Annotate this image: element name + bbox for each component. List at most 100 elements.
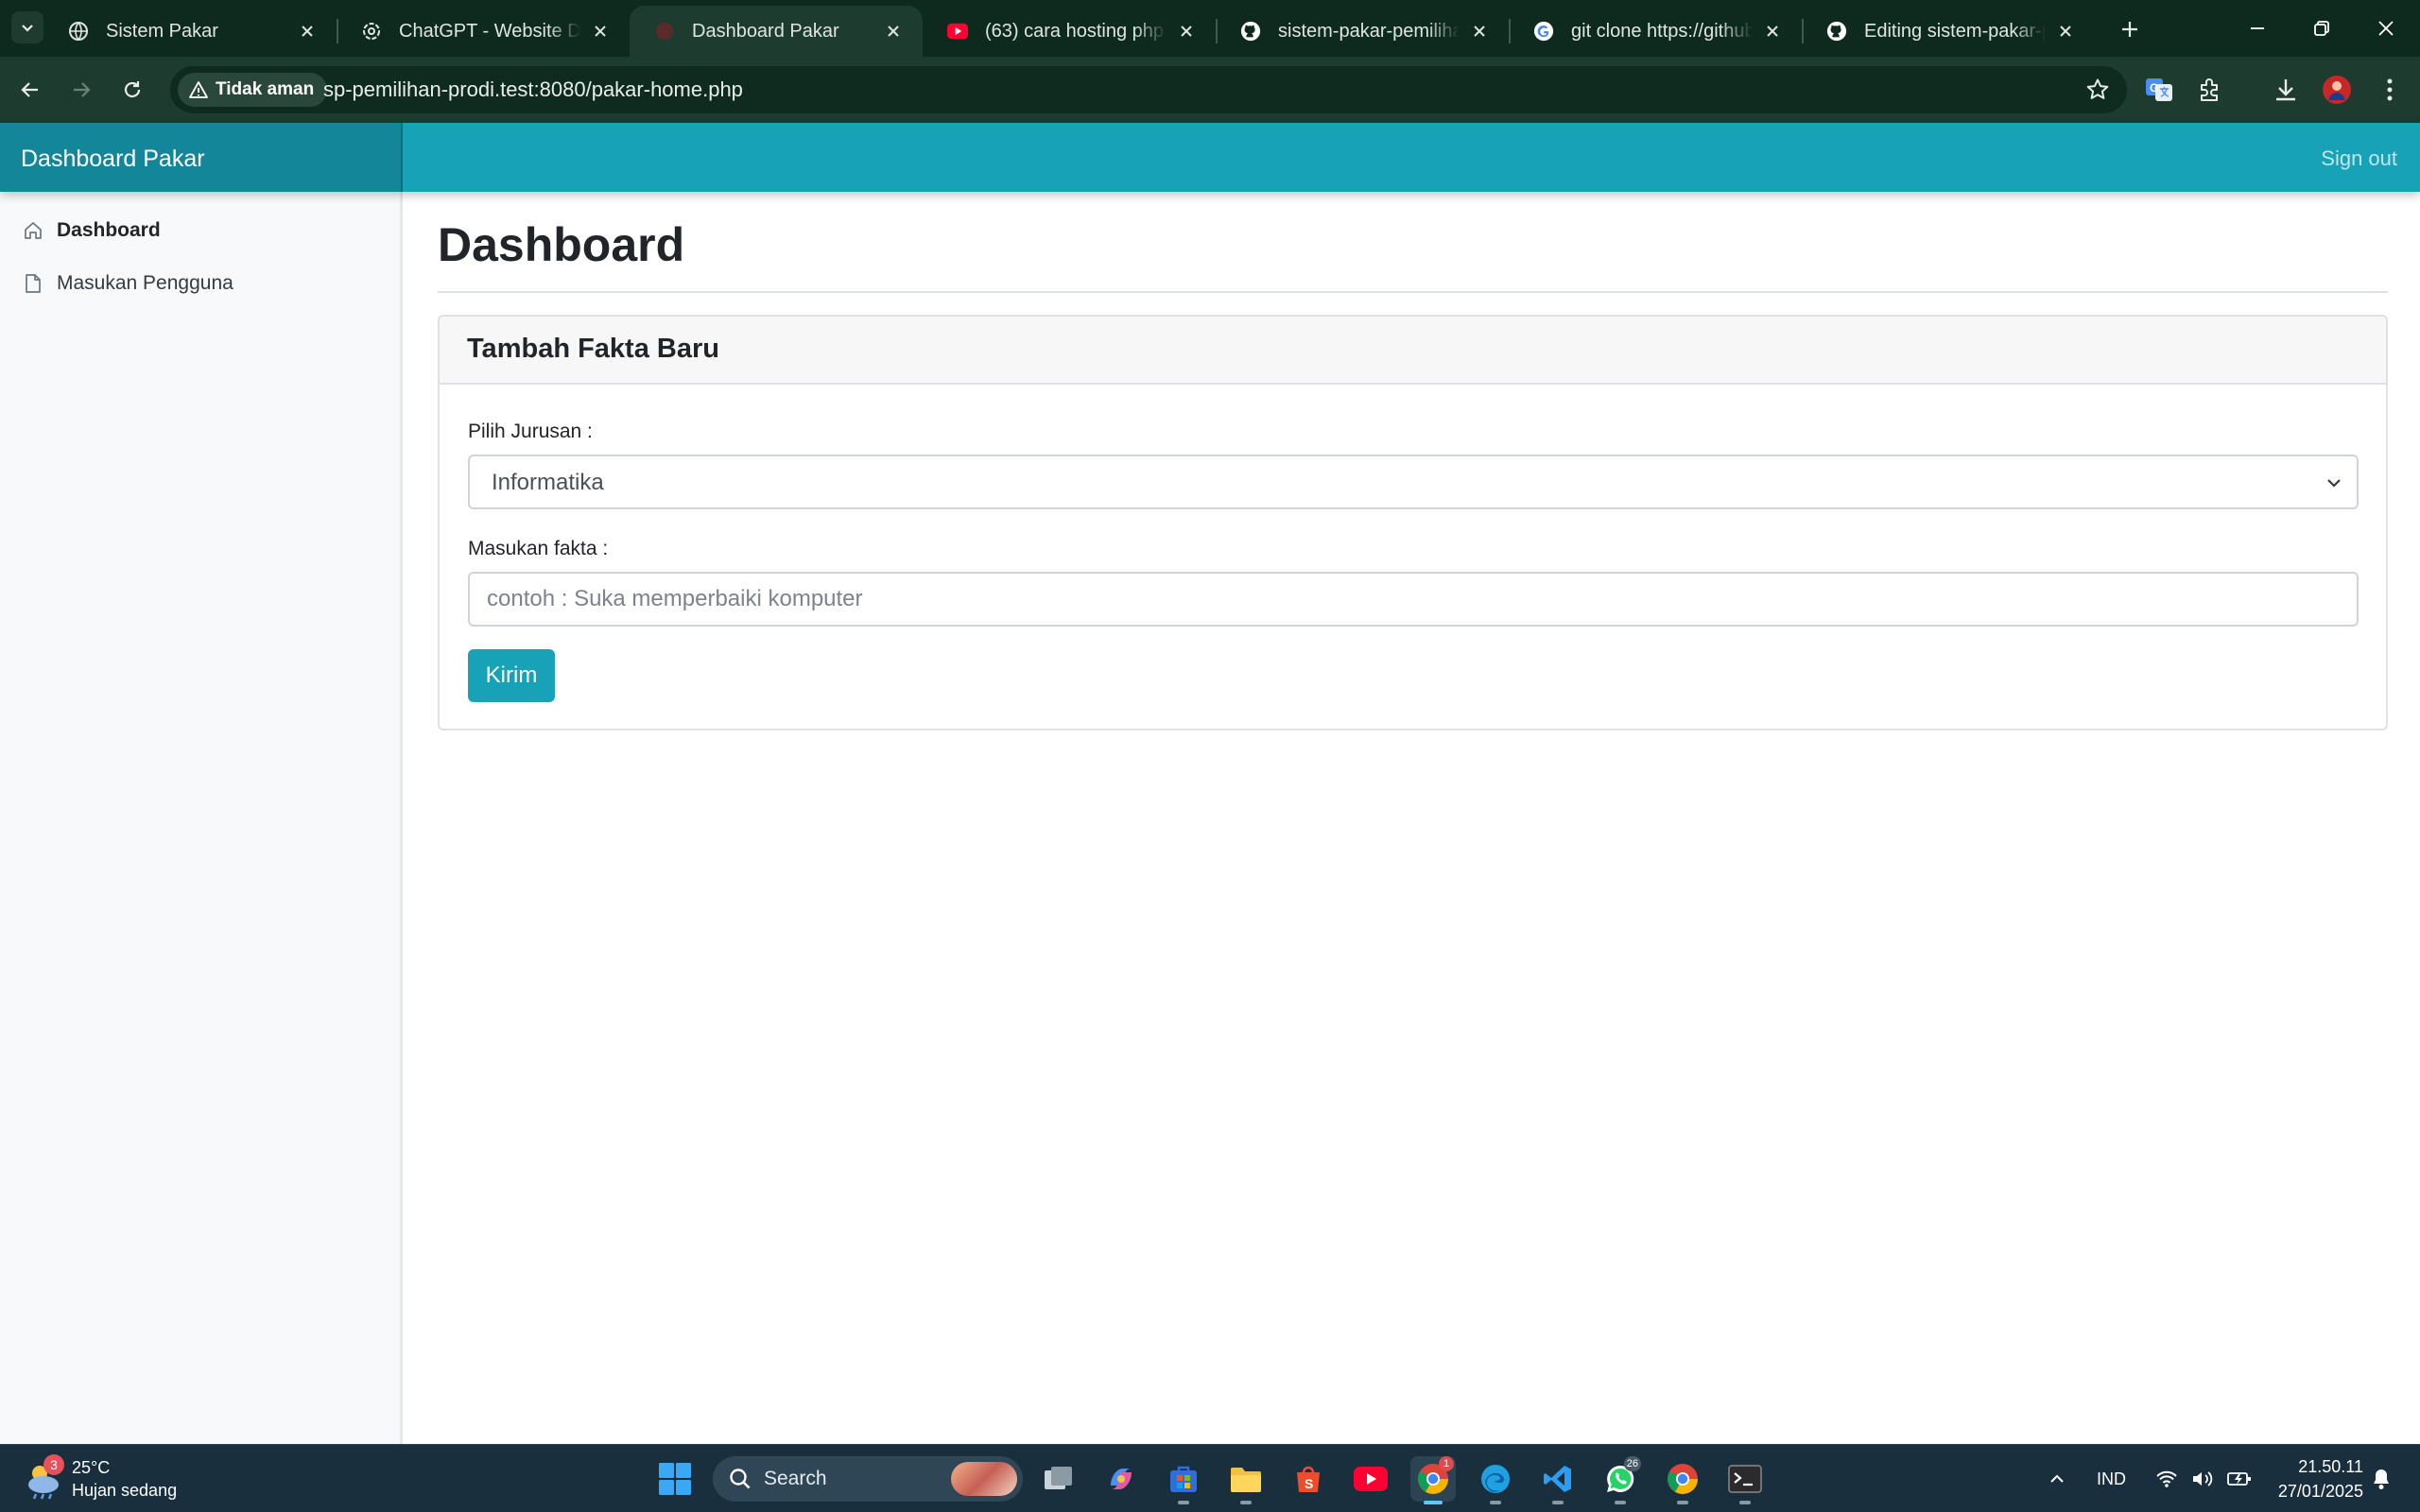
svg-text:S: S: [1305, 1476, 1313, 1491]
tab-title: Sistem Pakar: [106, 20, 218, 42]
warning-icon: [189, 81, 208, 98]
restore-icon: [2314, 21, 2329, 36]
search-highlight-image: [951, 1462, 1017, 1496]
running-indicator: [1424, 1501, 1443, 1504]
close-icon[interactable]: [590, 21, 611, 42]
browser-tab[interactable]: Sistem Pakar: [43, 6, 337, 57]
close-icon[interactable]: [1176, 21, 1197, 42]
plus-icon: [2122, 22, 2137, 37]
reload-button[interactable]: [112, 69, 153, 111]
svg-text:G: G: [2150, 81, 2158, 94]
running-indicator: [1178, 1501, 1189, 1504]
avatar-icon: [2323, 76, 2351, 104]
weather-badge: 3: [43, 1454, 64, 1475]
close-icon[interactable]: [883, 21, 904, 42]
tray-overflow-button[interactable]: [2048, 1445, 2066, 1512]
copilot-icon: [1111, 1469, 1132, 1489]
address-bar[interactable]: Tidak aman sp-pemilihan-prodi.test:8080/…: [170, 66, 2127, 113]
clock-date: 27/01/2025: [2277, 1482, 2363, 1501]
close-icon[interactable]: [2055, 21, 2076, 42]
youtube-icon: [1354, 1467, 1388, 1491]
weather-condition: Hujan sedang: [72, 1481, 178, 1500]
card-title: Tambah Fakta Baru: [440, 317, 2386, 385]
tab-title: sistem-pakar-pemilihan-prodi: [1278, 20, 1460, 42]
youtube-icon: [947, 21, 968, 42]
taskbar-terminal[interactable]: [1722, 1456, 1768, 1504]
sidebar-item-label: Masukan Pengguna: [57, 272, 233, 294]
restore-button[interactable]: [2303, 9, 2341, 47]
taskbar-chrome[interactable]: 1: [1410, 1456, 1456, 1504]
new-tab-button[interactable]: [2114, 13, 2146, 45]
running-indicator: [1552, 1501, 1564, 1504]
minimize-button[interactable]: [2238, 9, 2276, 47]
sidebar-item-label: Dashboard: [57, 219, 161, 241]
close-icon[interactable]: [1762, 21, 1783, 42]
taskbar-whatsapp[interactable]: 26: [1598, 1456, 1643, 1504]
chevron-up-icon: [2050, 1474, 2064, 1483]
profile-avatar[interactable]: [2320, 73, 2354, 107]
taskbar-edge[interactable]: [1473, 1456, 1518, 1504]
sidebar-item-masukan-pengguna[interactable]: Masukan Pengguna: [0, 258, 403, 309]
start-button[interactable]: [652, 1456, 698, 1502]
close-icon[interactable]: [297, 21, 318, 42]
close-icon[interactable]: [1469, 21, 1490, 42]
browser-tab[interactable]: ChatGPT - Website Design: [337, 6, 630, 57]
quick-settings[interactable]: [2155, 1445, 2252, 1512]
security-indicator[interactable]: Tidak aman: [178, 73, 328, 107]
download-icon: [2276, 79, 2295, 101]
close-window-button[interactable]: [2367, 9, 2405, 47]
browser-tab[interactable]: (63) cara hosting php di github: [923, 6, 1216, 57]
arrow-right-icon: [74, 82, 91, 97]
navbar-brand[interactable]: Dashboard Pakar: [0, 123, 403, 192]
url-text[interactable]: sp-pemilihan-prodi.test:8080/pakar-home.…: [323, 77, 743, 102]
minimize-icon: [2251, 27, 2264, 29]
running-indicator: [1240, 1501, 1252, 1504]
sign-out-link[interactable]: Sign out: [2321, 146, 2397, 171]
chevron-down-icon: [22, 25, 33, 32]
system-clock[interactable]: 21.50.11 27/01/2025: [2248, 1454, 2363, 1503]
arrow-left-icon: [21, 82, 38, 97]
forward-button[interactable]: [60, 69, 102, 111]
submit-button[interactable]: Kirim: [468, 649, 555, 702]
sidebar-item-dashboard[interactable]: Dashboard: [0, 205, 403, 256]
taskbar-vscode[interactable]: [1535, 1456, 1581, 1504]
notifications-button[interactable]: [2371, 1445, 2392, 1512]
folder-icon: [1231, 1468, 1261, 1492]
downloads-button[interactable]: [2269, 73, 2303, 107]
taskbar-task-view[interactable]: [1036, 1456, 1081, 1502]
running-indicator: [1677, 1501, 1688, 1504]
extensions-button[interactable]: [2193, 73, 2227, 107]
os-taskbar: 3 25°C Hujan sedang Search S 1 26 IND 21…: [0, 1444, 2420, 1512]
taskbar-copilot[interactable]: [1098, 1456, 1144, 1502]
security-label: Tidak aman: [216, 79, 315, 99]
add-fact-card: Tambah Fakta Baru Pilih Jurusan : Inform…: [438, 315, 2388, 730]
browser-tab[interactable]: git clone https://github.com: [1509, 6, 1802, 57]
jurusan-select[interactable]: Informatika: [468, 455, 2359, 509]
browser-menu-button[interactable]: [2373, 73, 2407, 107]
tab-title: git clone https://github.com: [1571, 20, 1753, 42]
fakta-input[interactable]: [468, 572, 2359, 627]
taskbar-shopee[interactable]: S: [1286, 1456, 1331, 1502]
language-indicator[interactable]: IND: [2097, 1445, 2126, 1512]
browser-tab[interactable]: Editing sistem-pakar-pemilihan: [1802, 6, 2095, 57]
translate-button[interactable]: G: [2142, 73, 2176, 107]
browser-tab-strip: Sistem Pakar ChatGPT - Website Design Da…: [0, 0, 2420, 57]
bookmark-star-icon[interactable]: [2085, 77, 2110, 102]
tab-search-button[interactable]: [11, 11, 43, 43]
browser-tab-active[interactable]: Dashboard Pakar: [630, 6, 923, 57]
weather-temperature: 25°C: [72, 1458, 111, 1477]
taskbar-youtube[interactable]: [1348, 1456, 1393, 1502]
close-icon: [2378, 21, 2394, 36]
running-indicator: [1615, 1501, 1626, 1504]
clock-time: 21.50.11: [2298, 1457, 2363, 1476]
browser-tab[interactable]: sistem-pakar-pemilihan-prodi: [1216, 6, 1509, 57]
search-label: Search: [764, 1468, 827, 1489]
taskbar-microsoft-store[interactable]: [1161, 1456, 1206, 1504]
weather-widget[interactable]: 3 25°C Hujan sedang: [23, 1454, 193, 1503]
taskbar-search[interactable]: Search: [713, 1456, 1023, 1502]
google-icon: [1533, 21, 1554, 42]
back-button[interactable]: [9, 69, 51, 111]
whatsapp-badge: 26: [1623, 1456, 1641, 1471]
taskbar-file-explorer[interactable]: [1223, 1456, 1269, 1504]
taskbar-chrome-profile[interactable]: [1660, 1456, 1705, 1504]
